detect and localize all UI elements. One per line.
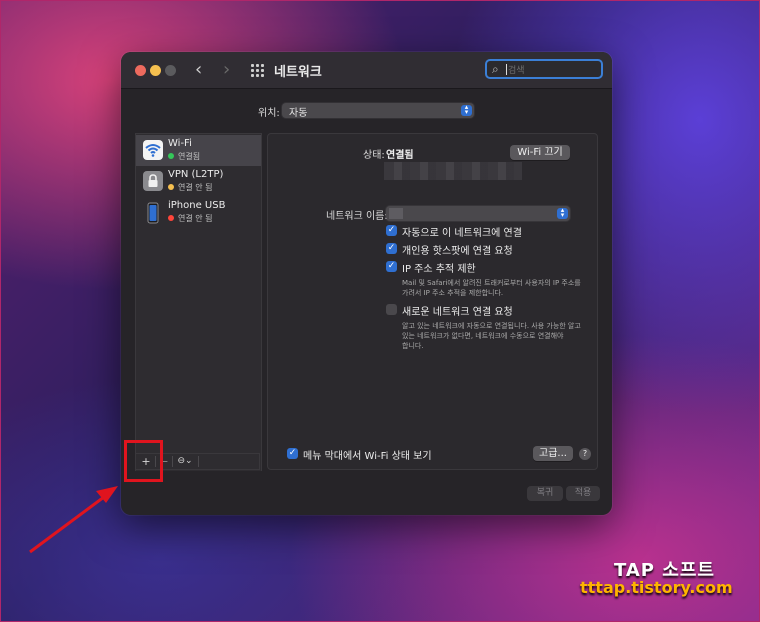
annotation-arrow <box>29 486 118 554</box>
watermark-url: tttap.tistory.com <box>580 578 733 597</box>
